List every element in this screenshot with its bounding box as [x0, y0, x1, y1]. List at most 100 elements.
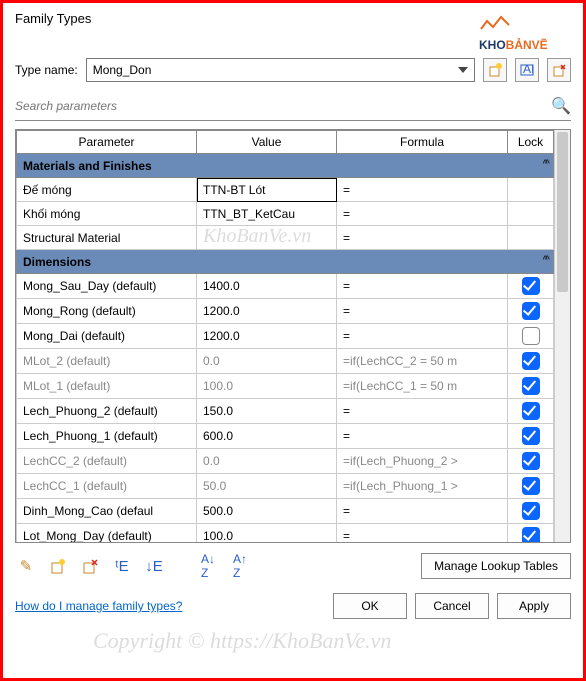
lock-checkbox[interactable] [522, 452, 540, 470]
formula-cell[interactable]: = [337, 226, 508, 250]
lock-cell[interactable] [508, 274, 554, 299]
lock-checkbox[interactable] [522, 477, 540, 495]
search-input[interactable] [15, 99, 551, 113]
formula-cell[interactable]: =if(LechCC_2 = 50 m [337, 349, 508, 374]
table-row: LechCC_1 (default)50.0=if(Lech_Phuong_1 … [17, 474, 554, 499]
param-cell[interactable]: MLot_2 (default) [17, 349, 197, 374]
lock-checkbox[interactable] [522, 402, 540, 420]
lock-cell[interactable] [508, 399, 554, 424]
section-header[interactable]: Dimensions^^ [17, 250, 554, 274]
new-param-icon[interactable] [47, 555, 69, 577]
search-icon[interactable]: 🔍 [551, 96, 571, 116]
lock-checkbox[interactable] [522, 302, 540, 320]
lock-cell[interactable] [508, 424, 554, 449]
table-row: Lot_Mong_Day (default)100.0= [17, 524, 554, 543]
value-cell[interactable]: 0.0 [197, 349, 337, 374]
vertical-scrollbar[interactable] [554, 130, 570, 542]
delete-param-icon[interactable] [79, 555, 101, 577]
col-value[interactable]: Value [197, 131, 337, 154]
lock-checkbox[interactable] [522, 502, 540, 520]
param-cell[interactable]: Lech_Phuong_1 (default) [17, 424, 197, 449]
param-cell[interactable]: LechCC_1 (default) [17, 474, 197, 499]
delete-type-icon[interactable] [547, 58, 571, 82]
table-row: Khối móngTTN_BT_KetCau= [17, 202, 554, 226]
new-type-icon[interactable] [483, 58, 507, 82]
param-cell[interactable]: Dinh_Mong_Cao (defaul [17, 499, 197, 524]
brand-logo: KHOBẢNVẼ [479, 11, 569, 54]
table-row: Đế móngTTN-BT Lót= [17, 178, 554, 202]
formula-cell[interactable]: = [337, 202, 508, 226]
lock-cell[interactable] [508, 374, 554, 399]
param-cell[interactable]: Mong_Sau_Day (default) [17, 274, 197, 299]
param-cell[interactable]: MLot_1 (default) [17, 374, 197, 399]
param-cell[interactable]: Mong_Dai (default) [17, 324, 197, 349]
formula-cell[interactable]: = [337, 424, 508, 449]
svg-text:AI: AI [523, 63, 534, 76]
lock-cell[interactable] [508, 299, 554, 324]
lock-cell[interactable] [508, 449, 554, 474]
col-lock[interactable]: Lock [508, 131, 554, 154]
param-cell[interactable]: Structural Material [17, 226, 197, 250]
value-cell[interactable]: 600.0 [197, 424, 337, 449]
value-cell[interactable]: TTN-BT Lót [197, 178, 337, 202]
formula-cell[interactable]: = [337, 299, 508, 324]
formula-cell[interactable]: =if(LechCC_1 = 50 m [337, 374, 508, 399]
lock-checkbox[interactable] [522, 377, 540, 395]
value-cell[interactable]: 1400.0 [197, 274, 337, 299]
lock-checkbox[interactable] [522, 427, 540, 445]
formula-cell[interactable]: = [337, 178, 508, 202]
value-cell[interactable]: 500.0 [197, 499, 337, 524]
sort-asc-icon[interactable]: A↓Z [197, 555, 219, 577]
value-cell[interactable]: 1200.0 [197, 324, 337, 349]
value-cell[interactable]: 150.0 [197, 399, 337, 424]
lock-checkbox[interactable] [522, 352, 540, 370]
formula-cell[interactable]: =if(Lech_Phuong_1 > [337, 474, 508, 499]
value-cell[interactable]: 1200.0 [197, 299, 337, 324]
value-cell[interactable]: 100.0 [197, 524, 337, 543]
ok-button[interactable]: OK [333, 593, 407, 619]
lock-checkbox[interactable] [522, 277, 540, 295]
lock-cell [508, 178, 554, 202]
move-up-icon[interactable]: ᵗE [111, 555, 133, 577]
formula-cell[interactable]: = [337, 524, 508, 543]
sort-desc-icon[interactable]: A↑Z [229, 555, 251, 577]
lock-cell[interactable] [508, 324, 554, 349]
param-cell[interactable]: Khối móng [17, 202, 197, 226]
value-cell[interactable]: 50.0 [197, 474, 337, 499]
formula-cell[interactable]: = [337, 274, 508, 299]
param-cell[interactable]: LechCC_2 (default) [17, 449, 197, 474]
value-cell[interactable] [197, 226, 337, 250]
lock-cell[interactable] [508, 474, 554, 499]
edit-icon[interactable]: ✎ [15, 555, 37, 577]
value-cell[interactable]: 0.0 [197, 449, 337, 474]
lock-cell[interactable] [508, 349, 554, 374]
value-cell[interactable]: 100.0 [197, 374, 337, 399]
cancel-button[interactable]: Cancel [415, 593, 489, 619]
value-cell[interactable]: TTN_BT_KetCau [197, 202, 337, 226]
watermark: Copyright © https://KhoBanVe.vn [93, 628, 391, 654]
lock-cell[interactable] [508, 499, 554, 524]
type-name-select[interactable]: Mong_Don [86, 58, 475, 82]
param-cell[interactable]: Lech_Phuong_2 (default) [17, 399, 197, 424]
lock-cell[interactable] [508, 524, 554, 543]
manage-lookup-button[interactable]: Manage Lookup Tables [421, 553, 571, 579]
col-parameter[interactable]: Parameter [17, 131, 197, 154]
formula-cell[interactable]: = [337, 499, 508, 524]
rename-type-icon[interactable]: AI [515, 58, 539, 82]
formula-cell[interactable]: =if(Lech_Phuong_2 > [337, 449, 508, 474]
lock-cell [508, 202, 554, 226]
table-row: LechCC_2 (default)0.0=if(Lech_Phuong_2 > [17, 449, 554, 474]
param-cell[interactable]: Đế móng [17, 178, 197, 202]
apply-button[interactable]: Apply [497, 593, 571, 619]
table-row: Lech_Phuong_1 (default)600.0= [17, 424, 554, 449]
param-cell[interactable]: Lot_Mong_Day (default) [17, 524, 197, 543]
col-formula[interactable]: Formula [337, 131, 508, 154]
lock-checkbox[interactable] [522, 527, 540, 542]
lock-checkbox[interactable] [522, 327, 540, 345]
formula-cell[interactable]: = [337, 324, 508, 349]
move-down-icon[interactable]: ↓E [143, 555, 165, 577]
help-link[interactable]: How do I manage family types? [15, 599, 325, 613]
formula-cell[interactable]: = [337, 399, 508, 424]
param-cell[interactable]: Mong_Rong (default) [17, 299, 197, 324]
section-header[interactable]: Materials and Finishes^^ [17, 154, 554, 178]
